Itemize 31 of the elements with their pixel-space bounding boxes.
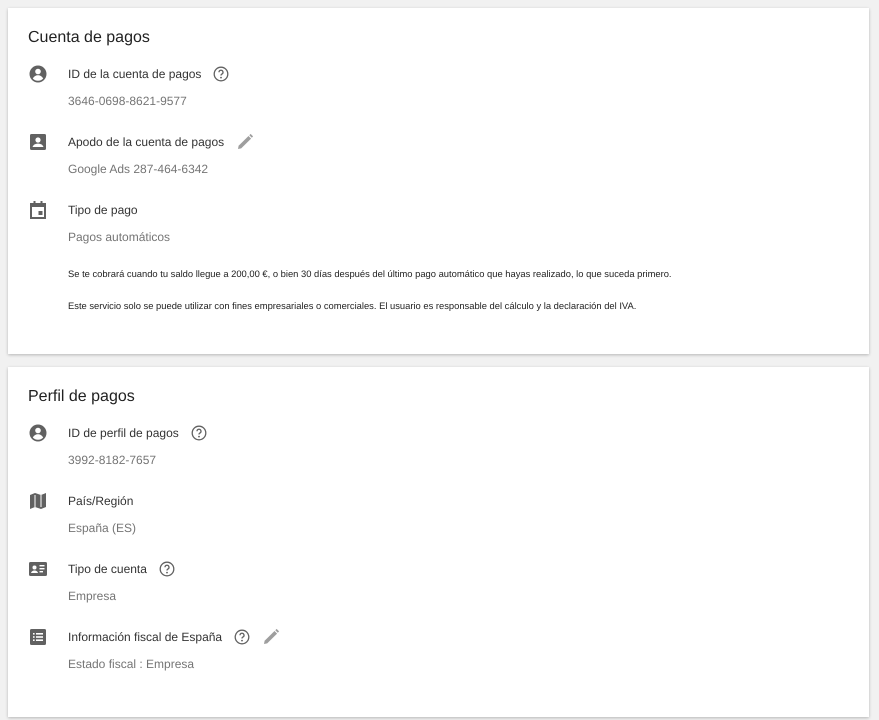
help-icon[interactable]: [213, 66, 230, 82]
field-value: 3646-0698-8621-9577: [68, 93, 188, 110]
calendar-icon: [28, 200, 48, 220]
field-label: ID de perfil de pagos: [68, 425, 179, 442]
field-label: Apodo de la cuenta de pagos: [68, 134, 224, 151]
field-value: Google Ads 287-464-6342: [68, 161, 210, 178]
id-card-icon: [28, 559, 48, 579]
field-label: Tipo de cuenta: [68, 561, 147, 578]
account-icon: [28, 423, 48, 443]
info-note: Se te cobrará cuando tu saldo llegue a 200,00 €, o bien 30 días después del último pago automático que hayas realizado, lo que suceda primero.: [68, 268, 673, 280]
field-label: Información fiscal de España: [68, 629, 222, 646]
field-value: Pagos automáticos: [68, 229, 170, 246]
map-icon: [28, 491, 48, 511]
account-icon: [28, 64, 48, 84]
edit-pencil-icon[interactable]: [236, 133, 254, 151]
field-label: Tipo de pago: [68, 202, 138, 219]
edit-pencil-icon[interactable]: [262, 628, 280, 646]
field-value: Empresa: [68, 588, 118, 605]
section-title: Cuenta de pagos: [28, 28, 151, 48]
field-value: 3992-8182-7657: [68, 452, 158, 469]
section-title: Perfil de pagos: [28, 387, 136, 407]
field-value: España (ES): [68, 520, 136, 537]
contact-card-icon: [28, 132, 48, 152]
help-icon[interactable]: [190, 425, 207, 441]
field-label: ID de la cuenta de pagos: [68, 66, 202, 83]
field-value: Estado fiscal : Empresa: [68, 656, 196, 673]
list-icon: [28, 627, 48, 647]
field-label: País/Región: [68, 493, 134, 510]
info-note: Este servicio solo se puede utilizar con fines empresariales o comerciales. El usuario es responsable del cálculo y la declaración del IVA.: [68, 300, 638, 312]
help-icon[interactable]: [158, 561, 175, 577]
help-icon[interactable]: [234, 629, 250, 645]
